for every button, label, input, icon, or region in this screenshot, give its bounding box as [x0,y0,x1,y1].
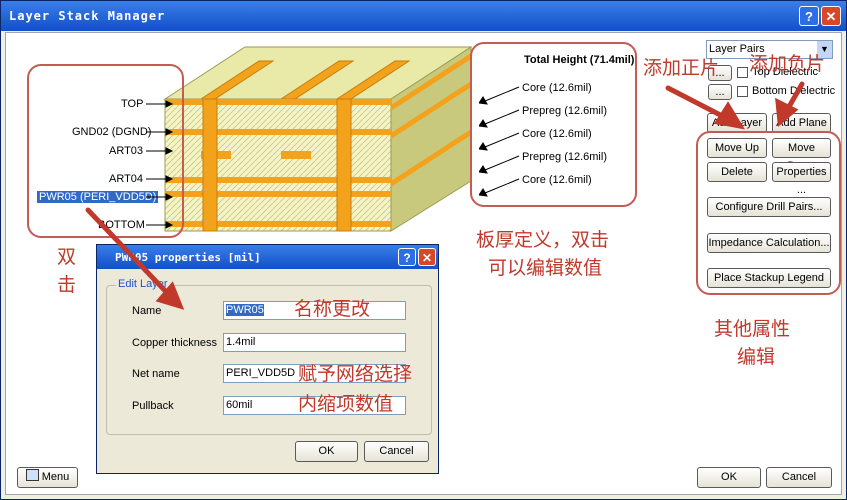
annotation-double-click-1: 双 [57,247,77,268]
annotation-rename: 名称更改 [294,299,371,320]
annotation-arrows [85,81,805,310]
annotation-net-select: 赋予网络选择 [298,364,413,385]
annotation-pullback: 内缩项数值 [298,394,394,415]
annotation-add-positive: 添加正片 [643,58,720,79]
annotation-thickness-2: 可以编辑数值 [488,258,603,279]
annotation-double-click-2: 击 [57,275,77,296]
annotation-add-negative: 添加负片 [749,54,826,75]
annotation-other-1: 其他属性 [714,319,791,340]
annotation-thickness-1: 板厚定义，双击 [476,230,610,251]
annotation-other-2: 编辑 [737,347,776,368]
